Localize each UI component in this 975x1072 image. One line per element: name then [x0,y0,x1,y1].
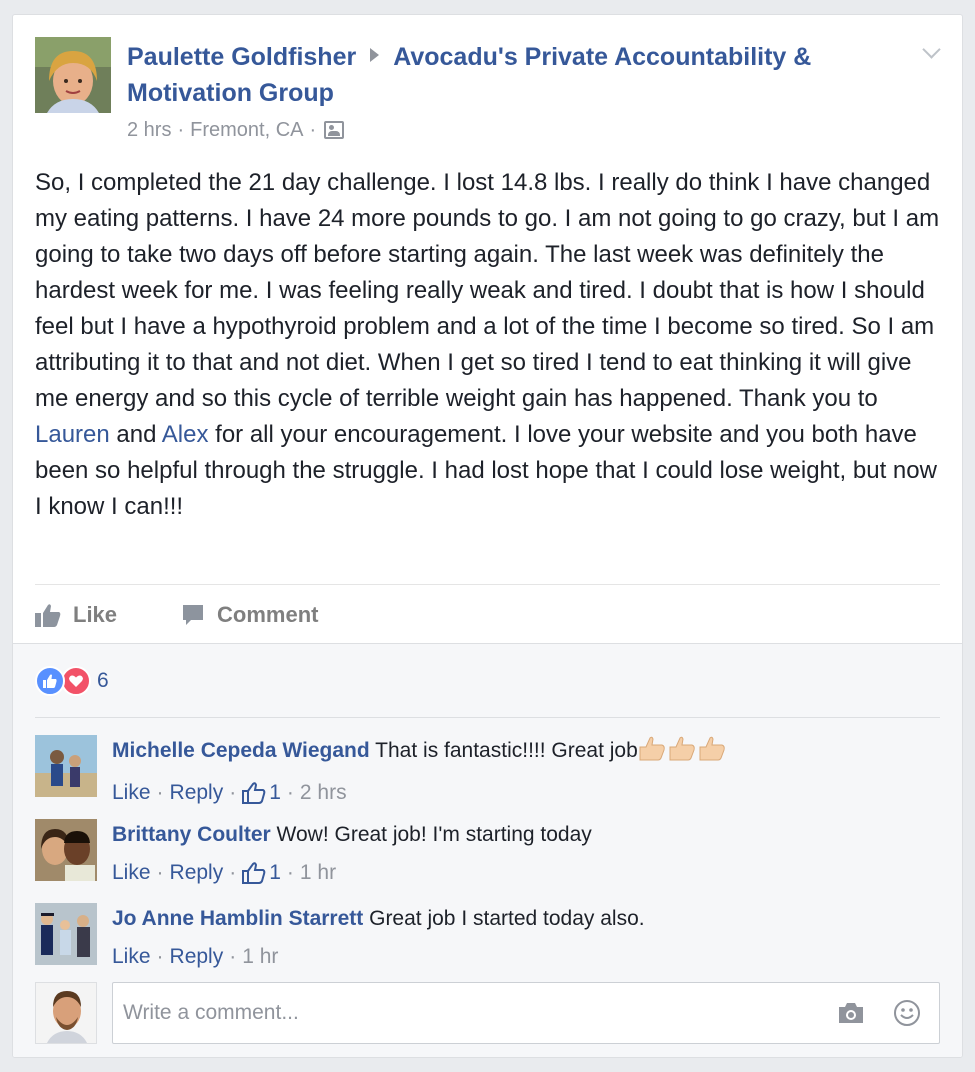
comment-reply-link[interactable]: Reply [170,857,224,889]
commenter-name[interactable]: Michelle Cepeda Wiegand [112,739,370,762]
commenter-avatar[interactable] [35,819,97,881]
meta-separator: · [309,119,317,141]
comment-item: Michelle Cepeda Wiegand That is fantasti… [35,733,940,813]
like-button[interactable]: Like [35,602,117,628]
meta-separator: · [156,861,164,884]
comment-input[interactable] [123,991,803,1035]
comment-timestamp[interactable]: 1 hr [242,941,278,973]
post-text-part: So, I completed the 21 day challenge. I … [35,169,940,412]
camera-icon[interactable] [837,1001,865,1025]
like-button-label: Like [73,602,118,627]
chevron-down-icon[interactable] [922,43,940,61]
comment-input-box [112,982,940,1044]
comments-section: 6 Michelle Cepeda Wiegand That is fantas… [13,643,962,1057]
comment-text: That is fantastic!!!! Great job [375,739,638,762]
comment-text-line: Jo Anne Hamblin Starrett Great job I sta… [112,903,940,935]
mention-alex[interactable]: Alex [162,421,209,448]
meta-separator: · [156,781,164,804]
comment-bubble-icon [183,605,204,625]
comment-like-count[interactable]: 1 [242,777,281,809]
post-header: Paulette Goldfisher Avocadu's Private Acc… [35,37,942,147]
comment-button[interactable]: Comment [181,602,318,628]
thumbs-up-emoji-icon [638,735,728,771]
commenter-name[interactable]: Brittany Coulter [112,823,271,846]
meta-separator: · [229,781,237,804]
post-actions: Like Comment [35,595,382,635]
mention-lauren[interactable]: Lauren [35,421,110,448]
comment-reply-link[interactable]: Reply [170,941,224,973]
comment-text-line: Michelle Cepeda Wiegand That is fantasti… [112,735,940,771]
reaction-count: 6 [97,669,109,692]
thumbs-up-icon [35,604,61,627]
comment-meta: Like · Reply · 1 · 1 hr [112,857,940,889]
comment-text: Wow! Great job! I'm starting today [276,823,592,846]
arrow-right-icon [370,48,380,62]
like-count-value: 1 [269,861,281,884]
comment-like-link[interactable]: Like [112,777,151,809]
like-count-value: 1 [269,781,281,804]
thumbs-up-outline-icon [242,862,266,884]
current-user-avatar[interactable] [35,982,97,1044]
comment-reply-link[interactable]: Reply [170,777,224,809]
comment-composer [35,982,940,1044]
post-title: Paulette Goldfisher Avocadu's Private Acc… [127,39,887,111]
commenter-name[interactable]: Jo Anne Hamblin Starrett [112,907,363,930]
comment-like-link[interactable]: Like [112,857,151,889]
comment-timestamp[interactable]: 2 hrs [300,777,347,809]
reactions-summary[interactable]: 6 [35,666,109,696]
divider [35,584,940,585]
comment-item: Brittany Coulter Wow! Great job! I'm sta… [35,817,940,897]
like-reaction-icon [35,666,65,696]
comment-text: Great job I started today also. [369,907,645,930]
author-avatar[interactable] [35,37,111,113]
comment-meta: Like · Reply · 1 hr [112,941,940,973]
comment-meta: Like · Reply · 1 · 2 hrs [112,777,940,809]
post-heading: Paulette Goldfisher Avocadu's Private Acc… [127,39,887,143]
comment-like-count[interactable]: 1 [242,857,281,889]
comment-item: Jo Anne Hamblin Starrett Great job I sta… [35,901,940,981]
author-name-link[interactable]: Paulette Goldfisher [127,43,356,71]
group-audience-icon[interactable] [324,121,345,139]
meta-separator: · [156,945,164,968]
meta-separator: · [286,861,294,884]
comment-text-line: Brittany Coulter Wow! Great job! I'm sta… [112,819,940,851]
comment-button-label: Comment [217,602,319,627]
post-text-part: and [109,421,162,448]
post-timestamp[interactable]: 2 hrs [127,117,171,143]
heart-reaction-icon [61,666,91,696]
post-text: So, I completed the 21 day challenge. I … [35,165,945,525]
meta-separator: · [229,945,237,968]
divider [35,717,940,718]
comment-body: Brittany Coulter Wow! Great job! I'm sta… [112,819,940,889]
post-card: Paulette Goldfisher Avocadu's Private Acc… [12,14,963,1058]
comment-like-link[interactable]: Like [112,941,151,973]
meta-separator: · [286,781,294,804]
comment-body: Jo Anne Hamblin Starrett Great job I sta… [112,903,940,973]
commenter-avatar[interactable] [35,735,97,797]
comment-body: Michelle Cepeda Wiegand That is fantasti… [112,735,940,809]
meta-separator: · [229,861,237,884]
comment-timestamp[interactable]: 1 hr [300,857,336,889]
emoji-smile-icon[interactable] [893,999,921,1027]
commenter-avatar[interactable] [35,903,97,965]
post-meta: 2 hrs · Fremont, CA · [127,117,887,143]
post-location[interactable]: Fremont, CA [190,117,303,143]
thumbs-up-outline-icon [242,782,266,804]
meta-separator: · [177,119,185,141]
